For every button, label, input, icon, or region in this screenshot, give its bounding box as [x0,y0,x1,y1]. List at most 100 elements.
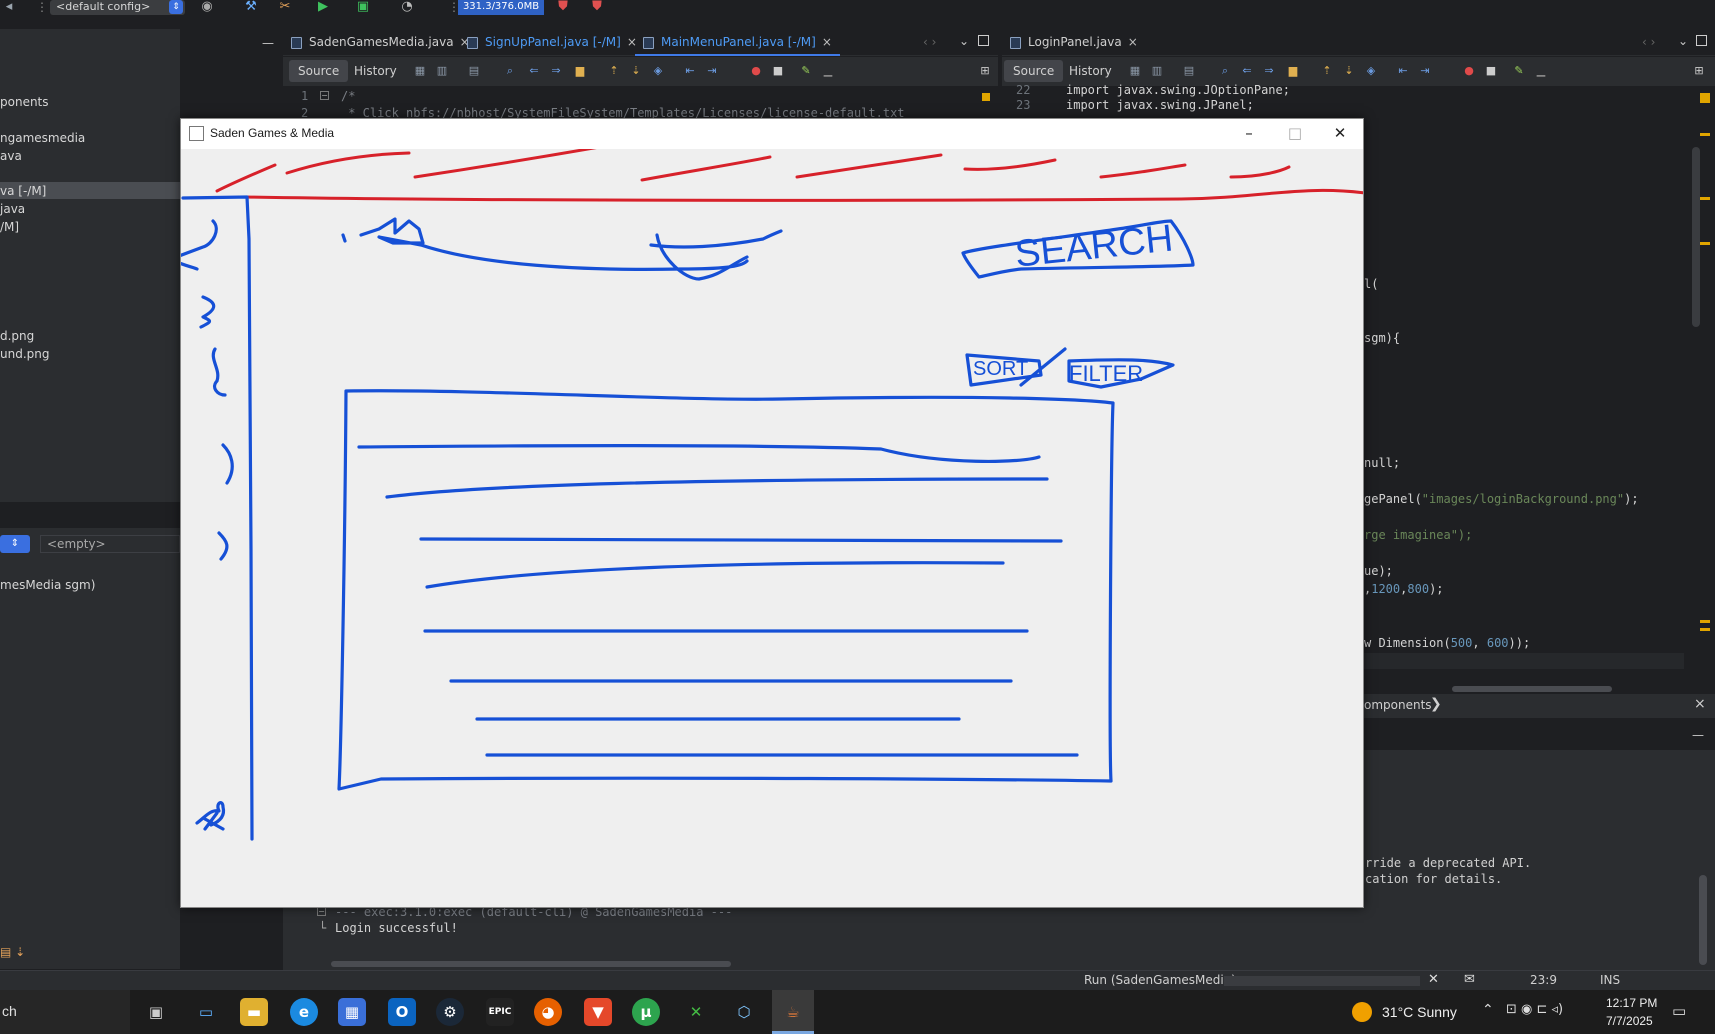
navigator-filter[interactable]: <empty> [40,535,180,553]
tab-mainmenupanel[interactable]: MainMenuPanel.java [-/M] × [635,29,840,56]
tab-signuppanel[interactable]: SignUpPanel.java [-/M] × [459,29,645,56]
project-node[interactable]: /M] [0,220,19,234]
minimize-pane-icon[interactable]: — [1692,728,1704,742]
prev-bookmark-icon[interactable]: ⇡ [607,64,621,78]
java-app-icon[interactable]: ☕ [772,990,814,1034]
editor-tool-icon[interactable]: ▦ [1128,64,1142,78]
taskbar-search[interactable]: ch [0,990,130,1034]
left-code-area[interactable]: 1 2 − /* * Click nbfs://nbhost/SystemFil… [283,87,998,120]
editor-tool-icon[interactable]: ▥ [435,64,449,78]
split-icon[interactable]: ⊞ [1692,64,1706,78]
stop-macro-icon[interactable]: ■ [1484,64,1498,78]
record-macro-icon[interactable]: ● [1462,64,1476,78]
project-node[interactable]: java [0,202,25,216]
horizontal-scrollbar[interactable] [331,961,731,967]
run-status[interactable]: Run (SadenGamesMedia) [1084,973,1236,987]
debug-icon[interactable]: ▣ [354,0,372,16]
find-prev-icon[interactable]: ⇐ [1240,64,1254,78]
tab-loginpanel[interactable]: LoginPanel.java × [1002,29,1146,56]
vertical-scrollbar[interactable] [1692,147,1700,327]
notifications-icon[interactable]: ✉ [1464,972,1475,987]
toggle-highlight-icon[interactable]: ▆ [573,64,587,78]
find-icon[interactable]: ⌕ [1218,64,1232,78]
store-icon[interactable]: ▦ [338,998,366,1026]
method-node[interactable]: mesMedia sgm) [0,578,95,592]
window-titlebar[interactable]: Saden Games & Media – □ ✕ [181,119,1363,149]
history-button[interactable]: History [345,60,406,82]
tab-sadengamesmedia[interactable]: SadenGamesMedia.java × [283,29,478,56]
firefox-icon[interactable]: ◕ [534,998,562,1026]
fold-icon[interactable]: − [317,907,326,916]
close-tab-icon[interactable]: × [1128,35,1138,49]
scroll-tabs-icon[interactable]: ‹ › [1642,35,1655,49]
chevron-down-icon[interactable]: ⌄ [1678,34,1688,48]
fold-icon[interactable]: − [320,91,329,100]
project-node[interactable]: va [-/M] [0,184,46,198]
split-icon[interactable]: ⊞ [978,64,992,78]
shift-left-icon[interactable]: ⇤ [1396,64,1410,78]
clock-date[interactable]: 7/7/2025 [1606,1014,1653,1028]
project-node[interactable]: ponents [0,95,49,109]
editor-tool-icon[interactable]: ▤ [1182,64,1196,78]
epic-games-icon[interactable]: EPIC [486,998,514,1026]
cancel-run-icon[interactable]: ✕ [1428,972,1439,987]
find-prev-icon[interactable]: ⇐ [527,64,541,78]
horizontal-scrollbar[interactable] [1452,686,1612,692]
minimize-pane-icon[interactable]: — [262,36,274,50]
profile-icon[interactable]: ◔ [398,0,416,16]
weather-text[interactable]: 31°C Sunny [1382,1004,1457,1020]
prev-bookmark-icon[interactable]: ⇡ [1320,64,1334,78]
config-select[interactable]: <default config> ⇕ [50,0,185,15]
uncomment-icon[interactable]: ▁ [1534,64,1548,78]
close-icon[interactable]: × [1694,696,1706,712]
task-view-icon[interactable]: ▣ [142,998,170,1026]
netbeans-icon[interactable]: ⬡ [730,998,758,1026]
scroll-tabs-icon[interactable]: ‹ › [923,35,936,49]
utorrent-icon[interactable]: µ [632,998,660,1026]
source-button[interactable]: Source [1004,60,1064,82]
tray-icons[interactable]: ⊡ ◉ ⊏ ◃) [1506,1002,1563,1017]
back-icon[interactable]: ◂ [0,0,18,16]
chevron-up-icon[interactable]: ⌃ [1482,1002,1494,1018]
next-bookmark-icon[interactable]: ⇣ [629,64,643,78]
memory-indicator[interactable]: 331.3/376.0MB [458,0,544,15]
maximize-icon[interactable] [1696,35,1707,46]
find-next-icon[interactable]: ⇒ [549,64,563,78]
maximize-icon[interactable] [978,35,989,46]
breadcrumb-components[interactable]: omponents [1364,698,1432,712]
run-icon[interactable]: ▶ [314,0,332,16]
notification-center-icon[interactable]: ▭ [1672,1002,1686,1020]
find-icon[interactable]: ⌕ [503,64,517,78]
edge-icon[interactable]: e [290,998,318,1026]
build-hammer-icon[interactable]: ⚒ [242,0,260,16]
sort-label[interactable]: SORT [973,358,1028,380]
steam-icon[interactable]: ⚙ [436,998,464,1026]
file-explorer-icon[interactable]: ▬ [240,998,268,1026]
globe-icon[interactable]: ◉ [198,0,216,16]
find-next-icon[interactable]: ⇒ [1262,64,1276,78]
project-node[interactable]: d.png [0,329,34,343]
source-button[interactable]: Source [289,60,349,82]
editor-tool-icon[interactable]: ▥ [1150,64,1164,78]
navigator-select[interactable]: ⇕ [0,535,30,553]
comment-icon[interactable]: ✎ [1512,64,1526,78]
project-node[interactable]: ava [0,149,22,163]
tool-icon[interactable]: ✕ [682,998,710,1026]
sort-icon[interactable]: ▤ ⇣ [0,945,40,961]
uncomment-icon[interactable]: ▁ [821,64,835,78]
shift-left-icon[interactable]: ⇤ [683,64,697,78]
close-button[interactable]: ✕ [1317,119,1363,149]
project-node[interactable]: und.png [0,347,49,361]
project-node[interactable]: ngamesmedia [0,131,85,145]
shift-right-icon[interactable]: ⇥ [1418,64,1432,78]
toggle-bookmark-icon[interactable]: ◈ [1364,64,1378,78]
clock-time[interactable]: 12:17 PM [1606,996,1657,1010]
vertical-scrollbar[interactable] [1699,875,1707,965]
comment-icon[interactable]: ✎ [799,64,813,78]
editor-tool-icon[interactable]: ▦ [413,64,427,78]
chevron-down-icon[interactable]: ⌄ [959,34,969,48]
filter-label[interactable]: FILTER [1069,361,1143,386]
history-button[interactable]: History [1060,60,1121,82]
gc-icon[interactable]: ⛊ [554,0,572,16]
editor-tool-icon[interactable]: ▤ [467,64,481,78]
